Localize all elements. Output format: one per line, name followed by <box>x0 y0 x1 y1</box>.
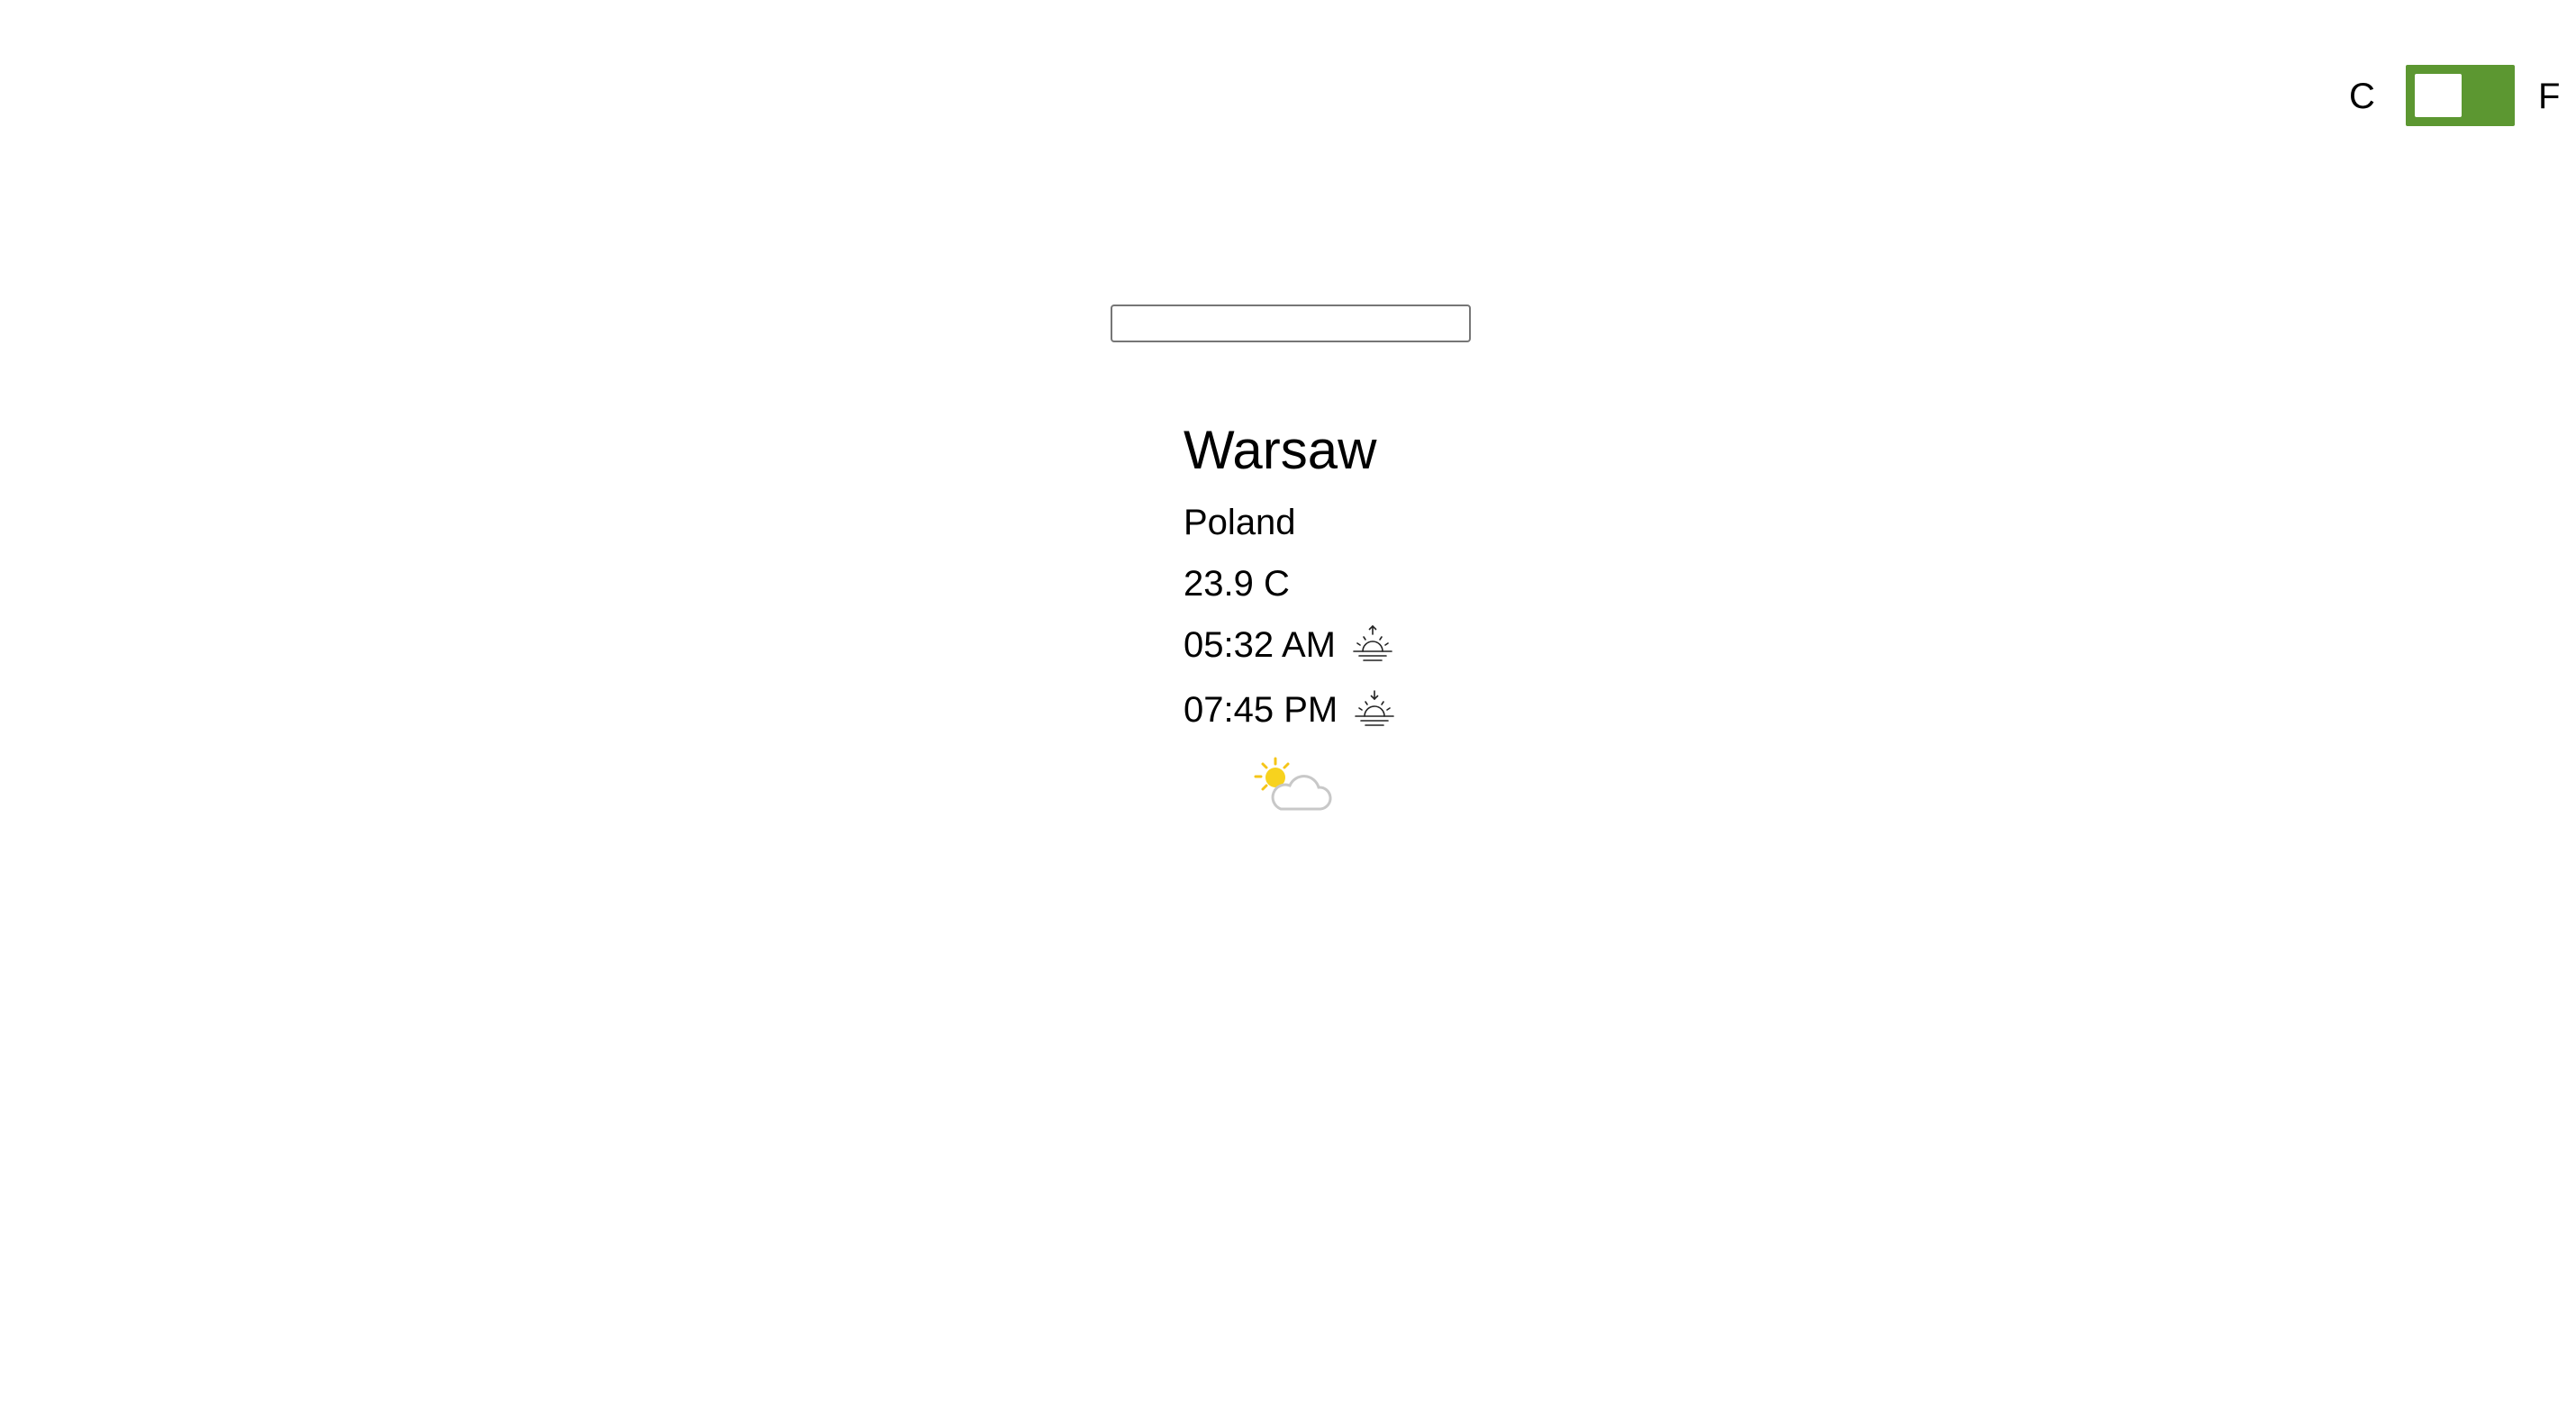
unit-toggle-switch[interactable] <box>2406 65 2515 126</box>
country-name: Poland <box>1184 503 1296 542</box>
sunset-icon <box>1355 690 1395 726</box>
partly-cloudy-icon <box>1254 757 1332 811</box>
unit-toggle: C F <box>2342 65 2567 128</box>
city-name: Warsaw <box>1184 420 1377 480</box>
sunset-row: 07:45 PM <box>1184 686 1508 733</box>
sunset-time: 07:45 PM <box>1184 690 1338 730</box>
fahrenheit-label: F <box>2538 77 2561 116</box>
temperature: 23.9 C <box>1184 564 1290 604</box>
sunrise-time: 05:32 AM <box>1184 625 1337 665</box>
sunrise-icon <box>1353 624 1392 661</box>
search-input[interactable] <box>1111 304 1471 342</box>
celsius-label: C <box>2349 77 2375 116</box>
weather-card: Warsaw Poland 23.9 C 05:32 AM 07:45 PM <box>1184 413 1508 816</box>
sunrise-row: 05:32 AM <box>1184 622 1508 668</box>
toggle-knob <box>2415 74 2462 117</box>
